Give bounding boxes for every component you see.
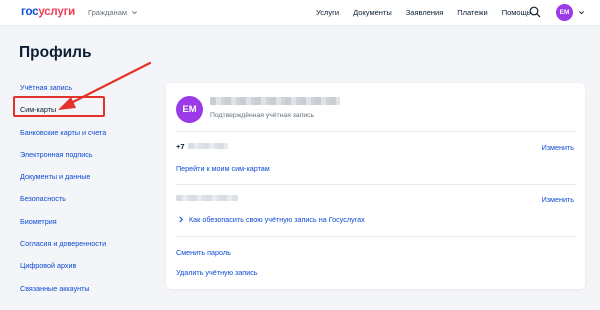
divider — [176, 131, 576, 132]
delete-account-link[interactable]: Удалить учётную запись — [176, 268, 258, 277]
redacted-name — [210, 97, 340, 105]
sidebar-item-digital-archive[interactable]: Цифровой архив — [20, 260, 150, 282]
gosuslugi-logo[interactable]: госуслуги — [21, 6, 75, 18]
change-password-link[interactable]: Сменить пароль — [176, 248, 231, 257]
redacted-email — [176, 195, 238, 201]
role-selector[interactable]: Гражданам — [88, 8, 138, 17]
search-icon[interactable] — [529, 6, 541, 18]
account-card: ЕМ Подтверждённая учётная запись +7 Изме… — [166, 83, 585, 289]
logo-part-uslugi: услуги — [38, 6, 76, 18]
nav-services[interactable]: Услуги — [316, 8, 339, 17]
sidebar-item-e-signature[interactable]: Электронная подпись — [20, 149, 150, 171]
sidebar-item-documents[interactable]: Документы и данные — [20, 171, 150, 193]
main-nav: Услуги Документы Заявления Платежи Помощ… — [316, 8, 545, 17]
security-tips-link[interactable]: Как обезопасить свою учётную запись на Г… — [189, 215, 365, 224]
chevron-down-icon — [132, 11, 137, 15]
redacted-phone — [188, 143, 228, 149]
nav-documents[interactable]: Документы — [353, 8, 392, 17]
my-sim-cards-link[interactable]: Перейти к моим сим-картам — [176, 164, 270, 173]
chevron-down-icon[interactable] — [578, 9, 585, 16]
chevron-right-icon — [179, 216, 184, 223]
logo-part-gos: гос — [21, 6, 39, 18]
nav-applications[interactable]: Заявления — [406, 8, 444, 17]
sidebar-item-biometrics[interactable]: Биометрия — [20, 216, 150, 238]
account-avatar: ЕМ — [176, 96, 203, 123]
change-phone-link[interactable]: Изменить — [542, 143, 574, 152]
role-label: Гражданам — [88, 8, 128, 17]
sidebar-item-consents[interactable]: Согласия и доверенности — [20, 238, 150, 260]
page-title: Профиль — [19, 44, 92, 61]
sidebar-item-security[interactable]: Безопасность — [20, 193, 150, 215]
sidebar-item-linked-accounts[interactable]: Связанные аккаунты — [20, 283, 150, 305]
user-avatar[interactable]: ЕМ — [556, 4, 573, 21]
change-email-link[interactable]: Изменить — [542, 195, 574, 204]
phone-prefix: +7 — [176, 142, 185, 151]
nav-help[interactable]: Помощь — [502, 8, 531, 17]
top-header: госуслуги Гражданам Услуги Документы Зая… — [0, 0, 600, 26]
divider — [176, 184, 576, 185]
divider — [176, 236, 576, 237]
account-status: Подтверждённая учётная запись — [210, 112, 315, 119]
nav-payments[interactable]: Платежи — [457, 8, 487, 17]
sidebar-item-bank-cards[interactable]: Банковские карты и счета — [20, 127, 150, 149]
highlight-box — [13, 96, 105, 117]
